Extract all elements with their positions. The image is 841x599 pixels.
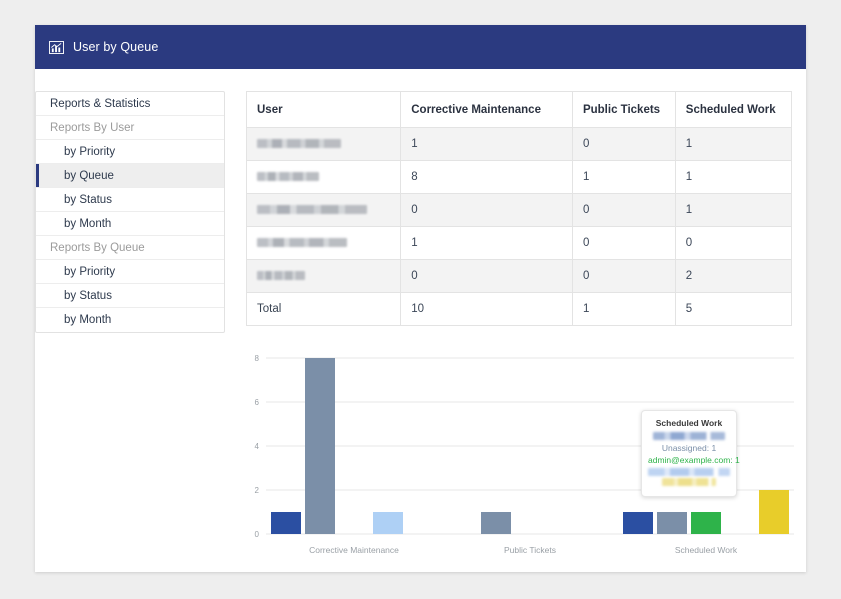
column-header-user[interactable]: User [245, 91, 402, 128]
tooltip-title: Scheduled Work [655, 418, 723, 428]
cell-user [245, 193, 402, 227]
redacted-username [257, 172, 319, 182]
cell-value: 0 [571, 226, 676, 260]
cell-value: 5 [674, 292, 793, 326]
column-header-corrective-maintenance[interactable]: Corrective Maintenance [400, 91, 573, 128]
chart-bar[interactable] [305, 358, 335, 534]
sidebar-group-label: Reports By User [50, 122, 135, 134]
redacted-username [257, 271, 305, 281]
table-head: User Corrective Maintenance Public Ticke… [245, 91, 793, 128]
cell-value: 1 [674, 160, 793, 194]
cell-value: 0 [674, 226, 793, 260]
tooltip-redacted-line [653, 432, 725, 440]
cell-user [245, 259, 402, 293]
sidebar-item-label: by Month [64, 218, 112, 230]
cell-value: 1 [571, 292, 676, 326]
column-header-public-tickets[interactable]: Public Tickets [571, 91, 676, 128]
bar-chart: 0 2 4 6 8 Corrective Maintenance Public Ticke… [246, 348, 794, 568]
chart-x-axis-labels: Corrective Maintenance Public Tickets Sche… [309, 545, 738, 555]
y-tick-label: 6 [255, 398, 260, 407]
x-tick-label: Scheduled Work [675, 545, 738, 555]
cell-value: 8 [400, 160, 573, 194]
user-by-queue-table: User Corrective Maintenance Public Ticke… [245, 91, 793, 326]
chart-bar[interactable] [271, 512, 301, 534]
redacted-username [257, 205, 367, 215]
sidebar-item-label: by Status [64, 194, 112, 206]
chart-bar[interactable] [691, 512, 721, 534]
sidebar-item-user-by-status[interactable]: by Status [36, 188, 224, 212]
page-header: User by Queue [35, 25, 806, 69]
table-row: 101 [245, 127, 793, 161]
sidebar-item-user-by-priority[interactable]: by Priority [36, 140, 224, 164]
card-body: Reports & Statistics Reports By User by … [35, 69, 806, 568]
sidebar-item-user-by-month[interactable]: by Month [36, 212, 224, 236]
cell-value: 0 [400, 193, 573, 227]
cell-value: 0 [571, 127, 676, 161]
cell-user [245, 160, 402, 194]
sidebar-item-label: by Month [64, 314, 112, 326]
cell-user [245, 226, 402, 260]
redacted-username [257, 139, 341, 149]
cell-value: 1 [400, 226, 573, 260]
chart-bar[interactable] [623, 512, 653, 534]
y-tick-label: 2 [255, 486, 260, 495]
y-tick-label: 0 [255, 530, 260, 539]
column-header-scheduled-work[interactable]: Scheduled Work [674, 91, 793, 128]
sidebar-item-label: by Queue [64, 170, 114, 182]
cell-value: 2 [674, 259, 793, 293]
tooltip-lines: Unassigned: 1 admin@example.com: 1 [648, 432, 740, 486]
chart-bar[interactable] [657, 512, 687, 534]
tooltip-line: admin@example.com: 1 [648, 455, 740, 465]
table-row: 811 [245, 160, 793, 194]
cell-value: 1 [674, 193, 793, 227]
sidebar-group-reports-by-user: Reports By User [36, 116, 224, 140]
table-row: Total 10 1 5 [245, 292, 793, 326]
reports-sidebar: Reports & Statistics Reports By User by … [35, 91, 225, 333]
chart-y-axis-ticks: 0 2 4 6 8 [255, 354, 260, 539]
table-row: 001 [245, 193, 793, 227]
chart-tooltip: Scheduled Work Unassigned: 1 admin@exampl… [641, 410, 740, 497]
sidebar-group-reports-by-queue: Reports By Queue [36, 236, 224, 260]
table-header-row: User Corrective Maintenance Public Ticke… [245, 91, 793, 128]
cell-value: 0 [571, 193, 676, 227]
sidebar-item-queue-by-month[interactable]: by Month [36, 308, 224, 332]
cell-user: Total [245, 292, 402, 326]
table-body: 1 0 1 8 1 1 0 0 1 1 0 0 0 0 2 Total 10 1 5 [245, 127, 793, 326]
tooltip-redacted-line [648, 468, 730, 476]
sidebar-item-label: Reports & Statistics [50, 98, 151, 110]
report-card: User by Queue Reports & Statistics Repor… [35, 25, 806, 572]
page-title: User by Queue [73, 40, 159, 54]
chart-bar[interactable] [481, 512, 511, 534]
redacted-username [257, 238, 347, 248]
sidebar-item-user-by-queue[interactable]: by Queue [36, 164, 224, 188]
cell-user [245, 127, 402, 161]
cell-value: 1 [571, 160, 676, 194]
sidebar-item-label: by Priority [64, 266, 116, 278]
sidebar-item-queue-by-status[interactable]: by Status [36, 284, 224, 308]
sidebar-group-label: Reports By Queue [50, 242, 145, 254]
bar-chart-icon [49, 40, 64, 54]
cell-value: 1 [674, 127, 793, 161]
chart-bar[interactable] [373, 512, 403, 534]
tooltip-redacted-line [662, 478, 716, 486]
sidebar-item-label: by Priority [64, 146, 116, 158]
chart-bar[interactable] [759, 490, 789, 534]
cell-value: 0 [400, 259, 573, 293]
y-tick-label: 4 [255, 442, 260, 451]
x-tick-label: Corrective Maintenance [309, 545, 399, 555]
content-area: User Corrective Maintenance Public Ticke… [245, 91, 794, 568]
x-tick-label: Public Tickets [504, 545, 556, 555]
table-row: 002 [245, 259, 793, 293]
sidebar-item-queue-by-priority[interactable]: by Priority [36, 260, 224, 284]
cell-value: 0 [571, 259, 676, 293]
y-tick-label: 8 [255, 354, 260, 363]
tooltip-line: Unassigned: 1 [661, 443, 717, 453]
cell-value: 10 [400, 292, 573, 326]
cell-value: 1 [400, 127, 573, 161]
table-row: 100 [245, 226, 793, 260]
sidebar-item-reports-statistics[interactable]: Reports & Statistics [36, 92, 224, 116]
sidebar-item-label: by Status [64, 290, 112, 302]
